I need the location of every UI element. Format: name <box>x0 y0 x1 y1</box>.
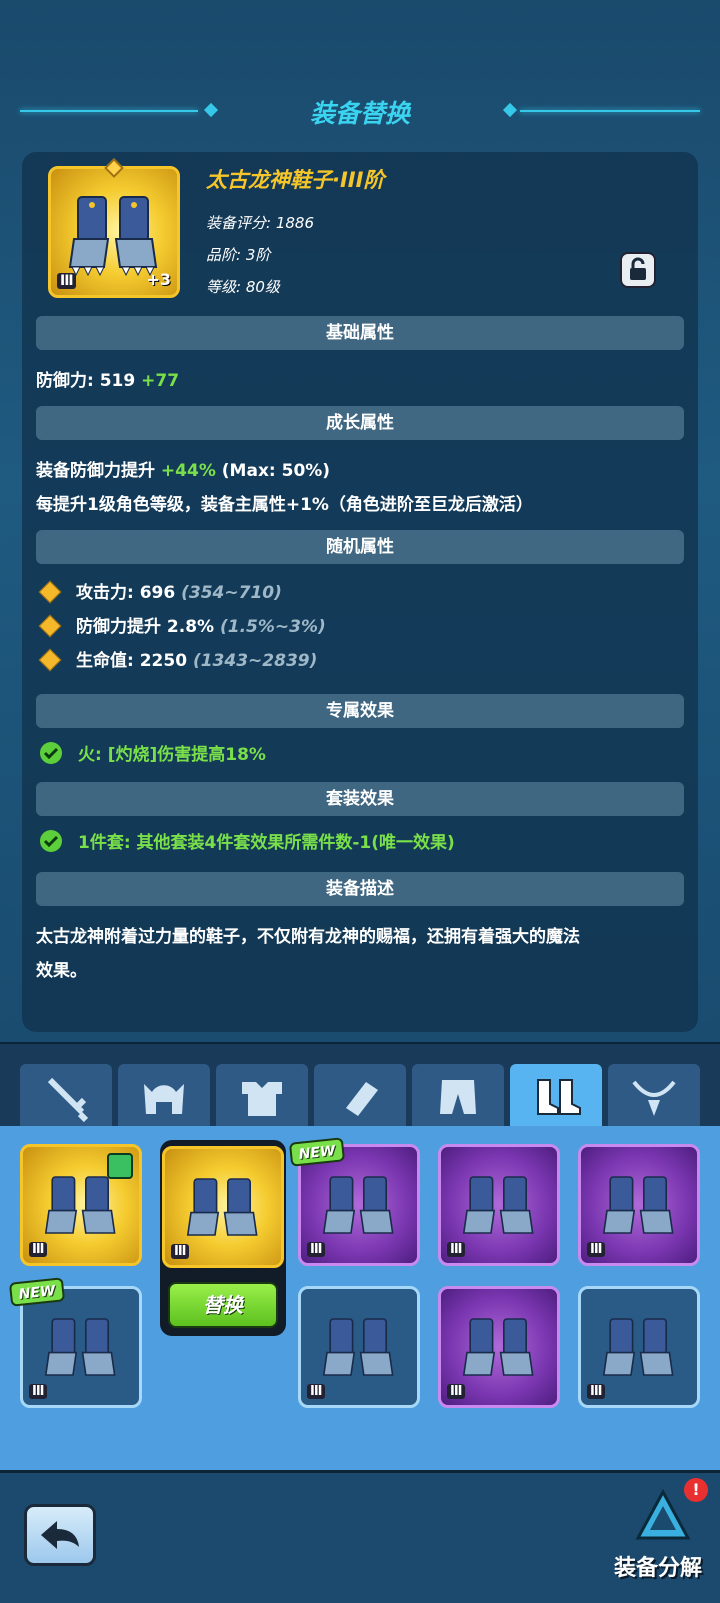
replace-button[interactable]: 替换 <box>168 1282 278 1328</box>
growth-label: 装备防御力提升 <box>36 461 155 481</box>
growth-line-1: 装备防御力提升 +44% (Max: 50%) <box>36 456 330 481</box>
tab-armor[interactable] <box>216 1064 308 1128</box>
random-attr-label: 攻击力: 696 <box>76 583 176 603</box>
equipment-tab-bar <box>0 1042 720 1128</box>
bottom-bar <box>0 1470 720 1603</box>
equipment-name: 太古龙神鞋子·III阶 <box>206 168 385 192</box>
random-attr-label: 防御力提升 2.8% <box>76 617 215 637</box>
boots-icon <box>462 1176 534 1234</box>
recycle-icon <box>635 1488 691 1540</box>
tier-badge: III <box>447 1242 465 1257</box>
section-growth: 成长属性 <box>36 406 684 440</box>
random-attr-1: 攻击力: 696 (354~710) <box>76 578 282 603</box>
random-attr-label: 生命值: 2250 <box>76 651 188 671</box>
section-random: 随机属性 <box>36 530 684 564</box>
lock-button[interactable] <box>620 252 656 288</box>
armor-icon <box>242 1082 282 1116</box>
basic-defense-bonus: +77 <box>141 371 180 391</box>
sword-icon <box>47 1077 89 1123</box>
boots-icon <box>602 1318 674 1376</box>
set-effect: 1件套: 其他套装4件套效果所需件数-1(唯一效果) <box>78 833 455 853</box>
equipment-icon-card: III +3 <box>48 158 180 298</box>
tab-boots[interactable] <box>510 1064 602 1128</box>
alert-badge: ! <box>684 1478 708 1502</box>
tab-pants[interactable] <box>412 1064 504 1128</box>
inventory-slot[interactable]: III <box>20 1286 142 1408</box>
equipment-grade: 品阶: 3阶 <box>206 246 271 264</box>
section-exclusive: 专属效果 <box>36 694 684 728</box>
helmet-icon <box>144 1084 184 1114</box>
equipment-score: 装备评分: 1886 <box>206 214 314 232</box>
boots-icon <box>186 1178 258 1236</box>
inventory-slot[interactable]: III <box>578 1144 700 1266</box>
random-attr-range: (354~710) <box>181 583 282 603</box>
bracer-icon <box>346 1082 378 1116</box>
pants-icon <box>440 1080 476 1114</box>
growth-line-2: 每提升1级角色等级，装备主属性+1%（角色进阶至巨龙后激活） <box>36 495 533 515</box>
description-line-1: 太古龙神附着过力量的鞋子，不仅附有龙神的赐福，还拥有着强大的魔法 <box>36 927 580 947</box>
tier-badge: III <box>171 1244 189 1259</box>
growth-value: +44% <box>160 461 216 481</box>
random-attr-3: 生命值: 2250 (1343~2839) <box>76 646 317 671</box>
tab-bracer[interactable] <box>314 1064 406 1128</box>
tier-badge: III <box>307 1384 325 1399</box>
page-title: 装备替换 <box>309 99 410 128</box>
basic-defense: 防御力: 519 +77 <box>36 366 179 391</box>
boots-icon <box>68 196 158 277</box>
back-button[interactable] <box>24 1504 96 1566</box>
section-basic: 基础属性 <box>36 316 684 350</box>
inventory-slot-selected[interactable]: III <box>162 1146 284 1268</box>
enhance-level: +3 <box>146 270 171 289</box>
basic-defense-label: 防御力: 519 <box>36 371 136 391</box>
boots-icon <box>537 1079 581 1115</box>
inventory-slot[interactable]: III <box>438 1286 560 1408</box>
boots-icon <box>322 1318 394 1376</box>
boots-icon <box>462 1318 534 1376</box>
tier-badge: III <box>29 1384 47 1399</box>
tier-badge: III <box>587 1384 605 1399</box>
inventory-slot[interactable]: III <box>578 1286 700 1408</box>
section-description: 装备描述 <box>36 872 684 906</box>
random-attr-range: (1.5%~3%) <box>220 617 326 637</box>
tier-badge: III <box>587 1242 605 1257</box>
tier-badge: III <box>57 273 76 289</box>
section-set: 套装效果 <box>36 782 684 816</box>
boots-icon <box>322 1176 394 1234</box>
tab-helmet[interactable] <box>118 1064 210 1128</box>
check-icon <box>40 742 62 764</box>
tab-weapon[interactable] <box>20 1064 112 1128</box>
growth-max: (Max: 50%) <box>221 461 331 481</box>
header-line-right <box>520 110 700 112</box>
tier-badge: III <box>447 1384 465 1399</box>
tab-necklace[interactable] <box>608 1064 700 1128</box>
boots-icon <box>602 1176 674 1234</box>
back-arrow-icon <box>41 1521 79 1549</box>
decompose-button[interactable] <box>634 1488 692 1546</box>
boots-icon <box>44 1176 116 1234</box>
inventory-slot[interactable]: III <box>298 1286 420 1408</box>
inventory-slot[interactable]: III <box>438 1144 560 1266</box>
tier-badge: III <box>29 1242 47 1257</box>
boots-icon <box>44 1318 116 1376</box>
exclusive-effect: 火: [灼烧]伤害提高18% <box>78 745 266 765</box>
lock-open-icon <box>630 257 646 280</box>
necklace-icon <box>632 1080 676 1116</box>
decompose-label[interactable]: 装备分解 <box>614 1550 702 1582</box>
equipment-level: 等级: 80级 <box>206 278 280 296</box>
equipped-person-icon <box>107 1153 133 1179</box>
description-line-2: 效果。 <box>36 961 87 981</box>
check-icon <box>40 830 62 852</box>
header: 装备替换 <box>0 88 720 134</box>
tier-badge: III <box>307 1242 325 1257</box>
inventory-slot-equipped[interactable]: III <box>20 1144 142 1266</box>
random-attr-range: (1343~2839) <box>192 651 318 671</box>
random-attr-2: 防御力提升 2.8% (1.5%~3%) <box>76 612 326 637</box>
